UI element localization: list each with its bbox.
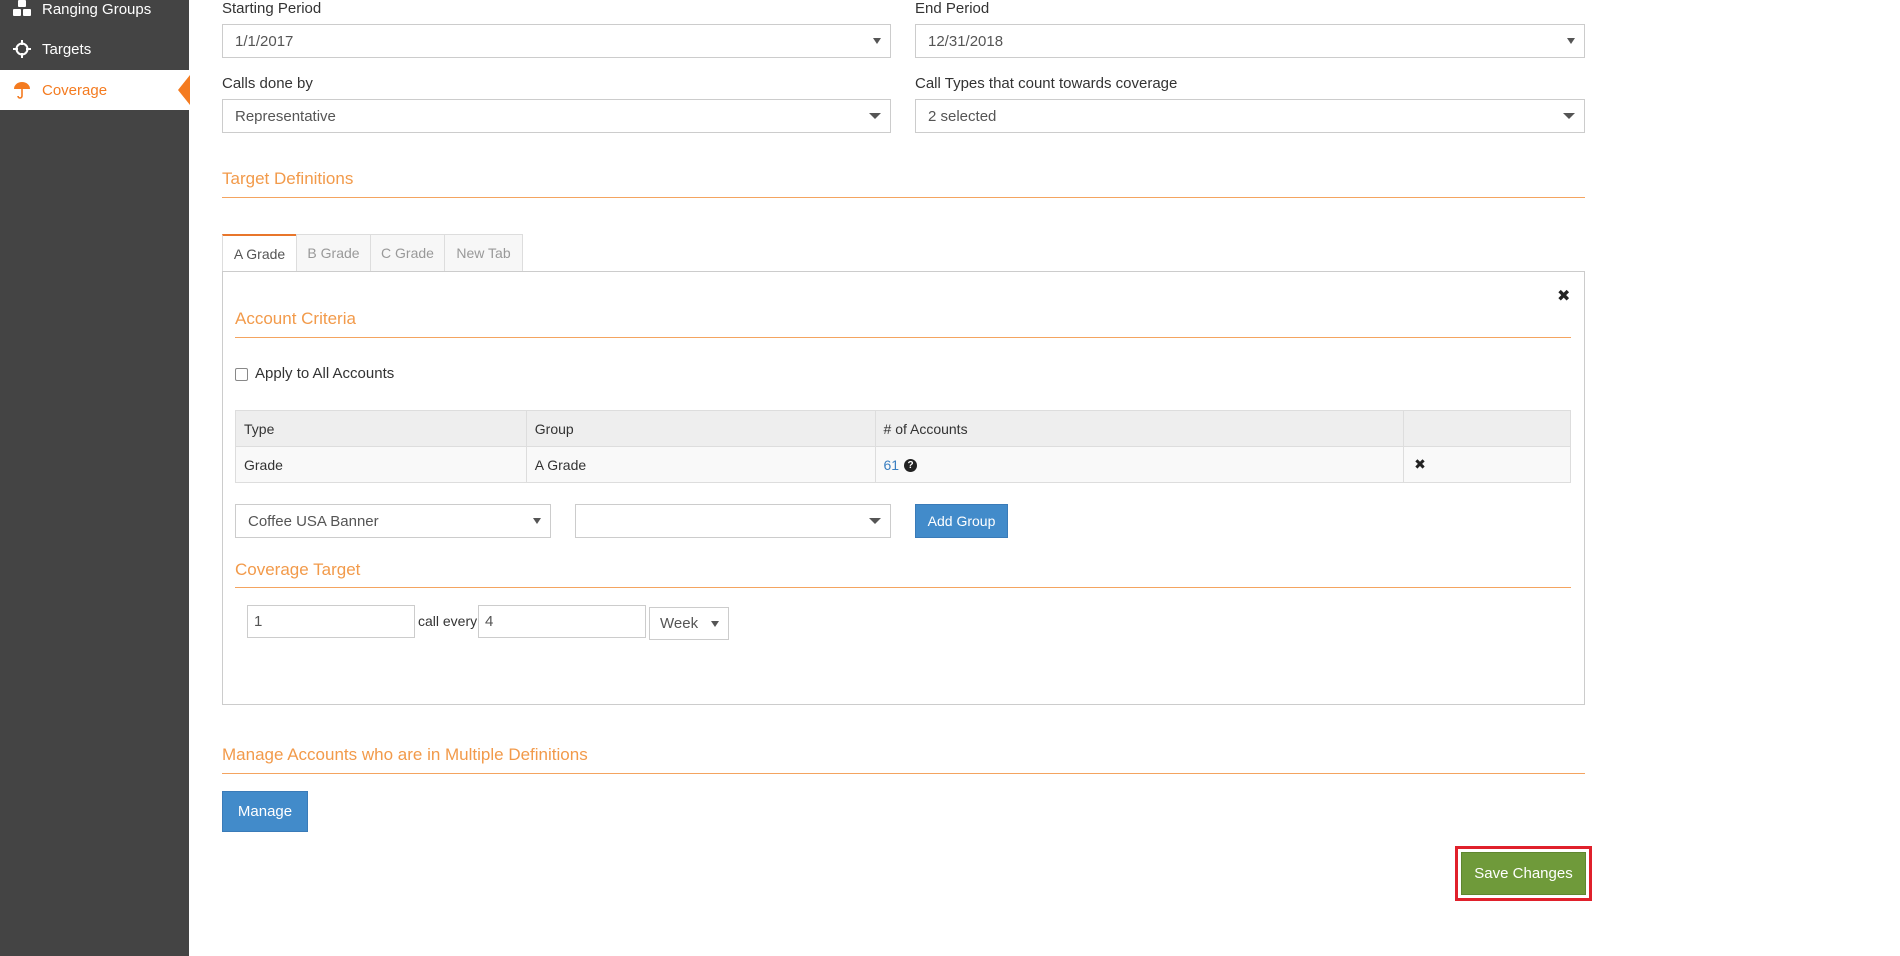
sidebar-item-label: Targets [42, 40, 92, 58]
interval-unit-select[interactable]: Week [649, 607, 729, 640]
call-types-label: Call Types that count towards coverage [915, 75, 1178, 92]
starting-period-select[interactable]: 1/1/2017 [222, 24, 891, 58]
end-period-label: End Period [915, 0, 990, 17]
calls-done-by-select[interactable]: Representative [222, 99, 891, 133]
cell-group: A Grade [525, 446, 876, 483]
accounts-count-link[interactable]: 61 [884, 457, 900, 473]
umbrella-icon [10, 78, 34, 102]
caret-down-icon [873, 38, 881, 44]
column-header-accounts: # of Accounts [874, 410, 1405, 447]
calls-count-input[interactable]: 1 [247, 605, 415, 638]
table-row: Grade A Grade 61? ✖ [235, 446, 1571, 483]
end-period-select[interactable]: 12/31/2018 [915, 24, 1585, 58]
section-divider [222, 773, 1585, 774]
call-types-select[interactable]: 2 selected [915, 99, 1585, 133]
caret-down-icon [1567, 38, 1575, 44]
table-header-row: Type Group # of Accounts [235, 410, 1571, 447]
save-highlight-frame: Save Changes [1455, 846, 1592, 901]
sidebar-item-label: Ranging Groups [42, 0, 152, 18]
call-every-label: call every [418, 613, 478, 629]
column-header-type: Type [235, 410, 527, 447]
sidebar: Ranging Groups Targets Coverage [0, 0, 190, 956]
caret-down-icon [1563, 113, 1575, 119]
interval-unit-value: Week [660, 615, 699, 632]
cubes-icon [10, 0, 34, 21]
column-header-actions [1403, 410, 1571, 447]
cell-accounts: 61? [874, 446, 1405, 483]
manage-accounts-title: Manage Accounts who are in Multiple Defi… [222, 745, 588, 764]
close-icon[interactable]: ✖ [1557, 286, 1570, 306]
criteria-type-value: Coffee USA Banner [248, 512, 379, 530]
section-divider [235, 587, 1571, 588]
remove-row-icon[interactable]: ✖ [1414, 456, 1426, 472]
sidebar-item-ranging-groups[interactable]: Ranging Groups [0, 0, 189, 29]
cell-actions: ✖ [1403, 446, 1571, 483]
tab-a-grade[interactable]: A Grade [222, 234, 297, 272]
tab-c-grade[interactable]: C Grade [370, 234, 445, 272]
call-types-value: 2 selected [928, 107, 997, 125]
end-period-value: 12/31/2018 [928, 32, 1004, 50]
add-group-button[interactable]: Add Group [915, 504, 1008, 538]
caret-down-icon [869, 113, 881, 119]
coverage-target-title: Coverage Target [235, 560, 361, 579]
caret-down-icon [869, 518, 881, 524]
caret-down-icon [711, 620, 719, 627]
starting-period-value: 1/1/2017 [235, 32, 294, 50]
interval-input[interactable]: 4 [478, 605, 646, 638]
sidebar-item-coverage[interactable]: Coverage [0, 70, 190, 110]
caret-down-icon [533, 518, 541, 524]
accounts-table: Type Group # of Accounts Grade A Grade 6… [235, 410, 1571, 483]
tab-new-tab[interactable]: New Tab [444, 234, 523, 272]
crosshair-icon [10, 37, 34, 61]
save-changes-button[interactable]: Save Changes [1461, 852, 1586, 895]
apply-all-checkbox[interactable] [235, 368, 248, 381]
section-divider [235, 337, 1571, 338]
sidebar-item-label: Coverage [42, 81, 108, 99]
tab-b-grade[interactable]: B Grade [296, 234, 371, 272]
column-header-group: Group [525, 410, 876, 447]
criteria-type-select[interactable]: Coffee USA Banner [235, 504, 551, 538]
calls-done-by-label: Calls done by [222, 75, 313, 92]
target-definitions-title: Target Definitions [222, 169, 354, 188]
account-criteria-title: Account Criteria [235, 309, 356, 328]
cell-type: Grade [235, 446, 527, 483]
manage-button[interactable]: Manage [222, 791, 308, 832]
question-circle-icon[interactable]: ? [904, 459, 918, 473]
section-divider [222, 197, 1585, 198]
calls-done-by-value: Representative [235, 107, 336, 125]
starting-period-label: Starting Period [222, 0, 322, 17]
sidebar-item-targets[interactable]: Targets [0, 29, 189, 69]
criteria-group-select[interactable] [575, 504, 891, 538]
apply-all-label: Apply to All Accounts [255, 365, 395, 382]
